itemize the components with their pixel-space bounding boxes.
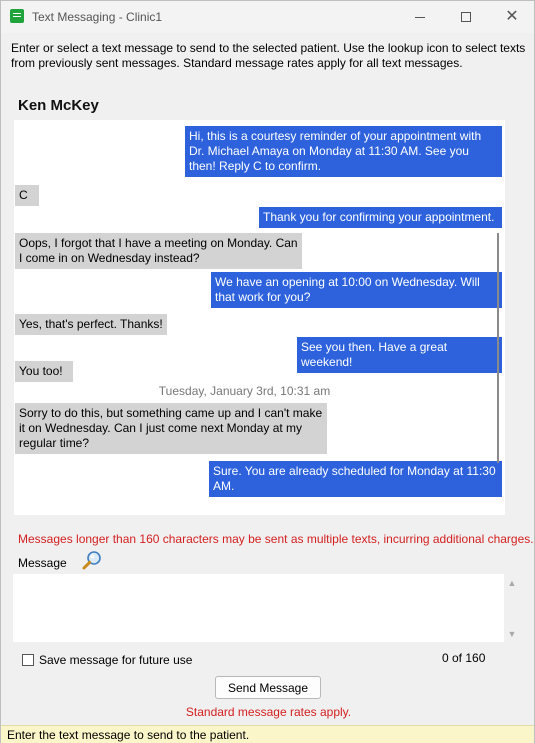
message-icon [10,9,24,23]
scroll-up-icon[interactable]: ▲ [507,578,517,588]
patient-name: Ken McKey [18,97,99,114]
conversation-panel[interactable]: Hi, this is a courtesy reminder of your … [14,120,505,515]
outgoing-message: Sure. You are already scheduled for Mond… [209,461,502,497]
outgoing-message: We have an opening at 10:00 on Wednesday… [211,272,502,308]
incoming-message: Sorry to do this, but something came up … [15,403,327,454]
character-counter: 0 of 160 [442,651,486,665]
close-button[interactable]: ✕ [489,1,535,33]
minimize-button[interactable] [397,1,443,33]
status-bar: Enter the text message to send to the pa… [1,725,534,743]
message-input[interactable] [13,574,504,642]
date-divider: Tuesday, January 3rd, 10:31 am [158,384,331,398]
save-message-label[interactable]: Save message for future use [39,653,192,667]
message-label: Message [18,556,67,570]
outgoing-message: See you then. Have a great weekend! [297,337,502,373]
maximize-icon [461,12,471,22]
length-warning: Messages longer than 160 characters may … [18,532,534,546]
incoming-message: Yes, that's perfect. Thanks! [15,314,167,335]
text-messaging-window: Text Messaging - Clinic1 ✕ Enter or sele… [0,0,535,743]
instructions-text: Enter or select a text message to send t… [11,41,526,70]
magnifier-icon[interactable] [81,550,103,572]
title-bar: Text Messaging - Clinic1 ✕ [1,1,534,33]
incoming-message: C [15,185,39,206]
conversation-scrollbar[interactable] [497,233,499,463]
minimize-icon [415,16,425,18]
send-message-button[interactable]: Send Message [215,676,321,699]
close-icon: ✕ [505,8,519,25]
scroll-down-icon[interactable]: ▼ [507,629,517,639]
incoming-message: You too! [15,361,73,382]
rates-note: Standard message rates apply. [185,705,352,719]
save-message-checkbox[interactable] [22,654,34,666]
outgoing-message: Hi, this is a courtesy reminder of your … [185,126,502,177]
maximize-button[interactable] [443,1,489,33]
incoming-message: Oops, I forgot that I have a meeting on … [15,233,302,269]
window-title: Text Messaging - Clinic1 [32,10,163,24]
outgoing-message: Thank you for confirming your appointmen… [259,207,502,228]
